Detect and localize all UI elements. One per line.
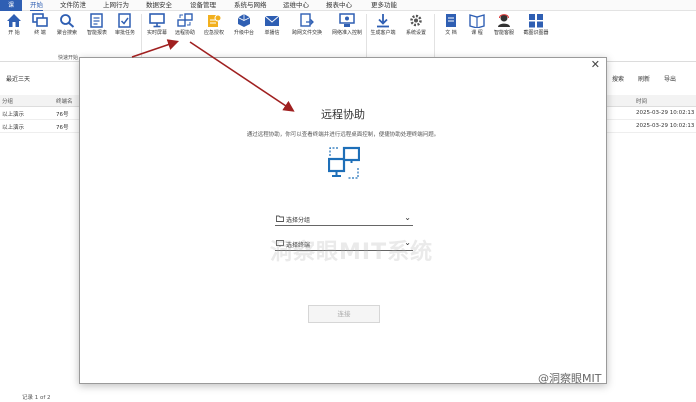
ribbon-separator — [366, 14, 367, 58]
folder-icon — [276, 215, 284, 222]
ribbon-emergency-auth-button[interactable]: 应急授权 — [200, 13, 228, 36]
support-agent-icon — [498, 14, 510, 27]
column-header-name[interactable]: 终端名 — [56, 97, 73, 105]
menu-ops-center[interactable]: 运维中心 — [283, 0, 309, 11]
menu-internet-behavior[interactable]: 上网行为 — [103, 0, 129, 11]
ribbon-system-settings-button[interactable]: 系统设置 — [402, 13, 430, 36]
document-icon — [446, 14, 456, 27]
dialog-title: 远程协助 — [321, 108, 365, 121]
ribbon-live-screen-button[interactable]: 实时屏幕 — [143, 13, 171, 36]
ribbon-start-button[interactable]: 开 始 — [0, 13, 28, 36]
select-group-dropdown[interactable]: 选择分组 ⌄ — [275, 212, 413, 226]
export-button[interactable]: 导出 — [664, 74, 676, 83]
menu-bar: 课 开始 文件防泄 上网行为 数据安全 设备管理 系统与网络 运维中心 报表中心… — [0, 0, 696, 11]
center-watermark: 洞察眼MIT系统 — [270, 240, 434, 265]
menu-report-center[interactable]: 报表中心 — [326, 0, 352, 11]
ribbon-upgrade-center-label: 升级中台 — [233, 30, 254, 36]
menu-system-network[interactable]: 系统与网络 — [234, 0, 267, 11]
ribbon-remote-assist-button[interactable]: 远程协助 — [171, 13, 199, 36]
menu-more-features[interactable]: 更多功能 — [371, 0, 397, 11]
ribbon-docs-button[interactable]: 文 档 — [437, 13, 465, 36]
ribbon-terminal-label: 终 端 — [34, 30, 46, 36]
remote-desktop-icon — [328, 146, 360, 179]
network-access-icon — [339, 13, 355, 27]
ribbon-toolbar: 开 始 终 端 聚合搜索 智能报表 审批任务 实时屏幕 远程协助 应急授权 升级… — [0, 11, 696, 62]
cell-group: 以上演示 — [2, 112, 25, 118]
approval-icon — [118, 13, 131, 28]
app-menu-button[interactable]: 课 — [0, 0, 22, 11]
search-button[interactable]: 搜索 — [612, 74, 624, 83]
ribbon-unicast-label: 单播信 — [264, 30, 280, 36]
ribbon-approval-task-label: 审批任务 — [114, 30, 135, 36]
monitor-icon — [149, 13, 165, 28]
ribbon-smart-support-label: 智能客服 — [493, 30, 514, 36]
brand-watermark: @洞察眼MIT — [538, 372, 602, 385]
menu-file-protection[interactable]: 文件防泄 — [60, 0, 86, 11]
ribbon-smart-report-button[interactable]: 智能报表 — [83, 13, 111, 36]
ribbon-upgrade-center-button[interactable]: 升级中台 — [230, 13, 258, 36]
ribbon-group-label: 快速开始 — [58, 55, 79, 61]
ribbon-system-settings-label: 系统设置 — [405, 30, 426, 36]
ribbon-remote-assist-label: 远程协助 — [174, 30, 195, 36]
ribbon-generate-client-label: 生成客户端 — [370, 30, 396, 36]
ribbon-screenshot-tool-label: 截图识图器 — [523, 30, 549, 36]
ribbon-smart-report-label: 智能报表 — [86, 30, 107, 36]
record-counter: 记录 1 of 2 — [22, 395, 51, 401]
date-range-label: 最近三天 — [6, 76, 31, 83]
menu-start[interactable]: 开始 — [30, 0, 43, 11]
dialog-description: 通过远程协助，你可以查看终端并进行远程桌面控制，便捷协助处理终端问题。 — [246, 132, 440, 138]
table-footer: 记录 1 of 2 — [0, 392, 696, 402]
chevron-down-icon: ⌄ — [404, 213, 411, 222]
cell-time: 2025-03-29 10:02:13 — [636, 110, 695, 116]
book-icon — [469, 14, 485, 28]
ribbon-nac-label: 网络准入控制 — [331, 30, 362, 36]
ribbon-unicast-button[interactable]: 单播信 — [258, 13, 286, 36]
ribbon-generate-client-button[interactable]: 生成客户端 — [369, 13, 397, 36]
ribbon-terminal-button[interactable]: 终 端 — [26, 13, 54, 36]
select-group-placeholder: 选择分组 — [286, 217, 311, 224]
right-toolbar: 搜索 刷新 导出 — [592, 74, 696, 86]
ribbon-screenshot-tool-button[interactable]: 截图识图器 — [520, 13, 552, 36]
ribbon-approval-task-button[interactable]: 审批任务 — [111, 13, 139, 36]
menu-device-management[interactable]: 设备管理 — [190, 0, 216, 11]
apps-grid-icon — [529, 14, 543, 28]
date-range-filter[interactable]: 最近三天 — [0, 72, 80, 86]
ribbon-docs-label: 文 档 — [445, 30, 457, 36]
ribbon-courses-label: 课 程 — [471, 30, 483, 36]
close-icon[interactable]: ✕ — [591, 59, 600, 71]
ribbon-live-screen-label: 实时屏幕 — [146, 30, 167, 36]
ribbon-courses-button[interactable]: 课 程 — [463, 13, 491, 36]
ribbon-cross-network-button[interactable]: 跨网文件交换 — [288, 13, 326, 36]
report-icon — [90, 13, 103, 28]
refresh-button[interactable]: 刷新 — [638, 74, 650, 83]
file-exchange-icon — [300, 13, 314, 27]
cell-time: 2025-03-29 10:02:13 — [636, 123, 695, 129]
remote-assist-dialog: ✕ 远程协助 通过远程协助，你可以查看终端并进行远程桌面控制，便捷协助处理终端问… — [79, 57, 607, 384]
gear-icon — [410, 14, 422, 27]
column-header-time[interactable]: 时间 — [636, 97, 647, 105]
ribbon-aggregate-search-label: 聚合搜索 — [56, 30, 77, 36]
ribbon-emergency-auth-label: 应急授权 — [203, 30, 224, 36]
upgrade-icon — [237, 14, 251, 27]
ribbon-smart-support-button[interactable]: 智能客服 — [490, 13, 518, 36]
search-icon — [60, 14, 75, 28]
ribbon-separator — [141, 14, 142, 58]
ribbon-start-label: 开 始 — [8, 30, 20, 36]
column-header-group[interactable]: 分组 — [2, 97, 13, 105]
ribbon-aggregate-search-button[interactable]: 聚合搜索 — [53, 13, 81, 36]
ribbon-cross-network-label: 跨网文件交换 — [291, 30, 322, 36]
home-icon — [7, 14, 21, 27]
message-icon — [264, 15, 280, 26]
emergency-auth-icon — [208, 14, 222, 27]
remote-assist-icon — [177, 13, 193, 27]
menu-data-security[interactable]: 数据安全 — [146, 0, 172, 11]
cell-name: 76号 — [56, 112, 69, 118]
terminal-icon — [32, 13, 48, 27]
cell-name: 76号 — [56, 125, 69, 131]
connect-button[interactable]: 连接 — [308, 305, 380, 323]
ribbon-separator — [434, 14, 435, 58]
download-icon — [377, 14, 389, 28]
ribbon-nac-button[interactable]: 网络准入控制 — [328, 13, 366, 36]
cell-group: 以上演示 — [2, 125, 25, 131]
